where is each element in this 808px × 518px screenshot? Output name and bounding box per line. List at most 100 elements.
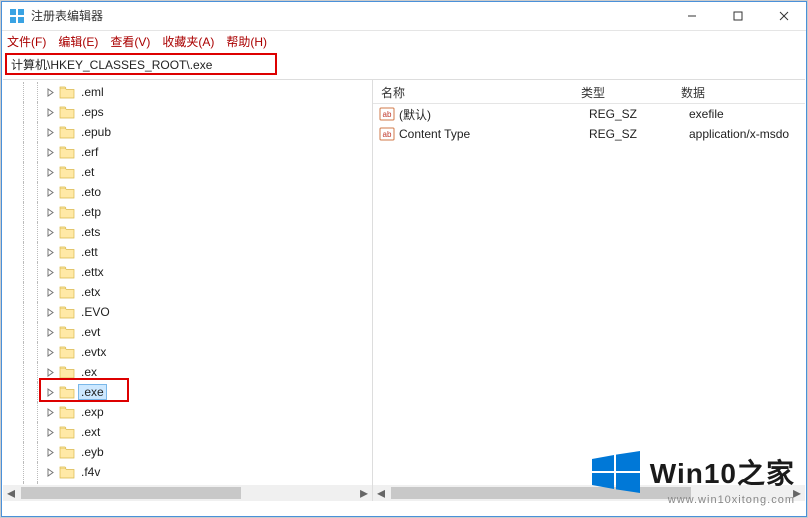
tree-horizontal-scrollbar[interactable]: ◂ ▸	[3, 485, 372, 501]
tree-item-f4v[interactable]: .f4v	[3, 462, 372, 482]
address-bar[interactable]: 计算机\HKEY_CLASSES_ROOT\.exe	[5, 53, 277, 75]
tree-item-label: .exp	[79, 405, 106, 419]
value-type: REG_SZ	[589, 127, 689, 141]
scroll-right-icon[interactable]: ▸	[789, 485, 805, 501]
scroll-left-icon[interactable]: ◂	[3, 485, 19, 501]
tree-item-eml[interactable]: .eml	[3, 82, 372, 102]
expand-icon[interactable]	[43, 348, 57, 357]
tree-item-label: .f4v	[79, 465, 102, 479]
window-title: 注册表编辑器	[31, 7, 103, 24]
tree-item-evtx[interactable]: .evtx	[3, 342, 372, 362]
app-icon	[9, 8, 25, 24]
scroll-thumb[interactable]	[21, 487, 241, 499]
tree-item-etx[interactable]: .etx	[3, 282, 372, 302]
expand-icon[interactable]	[43, 388, 57, 397]
svg-text:ab: ab	[383, 130, 392, 139]
tree-item-label: .ext	[79, 425, 102, 439]
expand-icon[interactable]	[43, 408, 57, 417]
tree-item-label: .eps	[79, 105, 106, 119]
expand-icon[interactable]	[43, 208, 57, 217]
values-pane: 名称 类型 数据 ab(默认)REG_SZexefileab Content Ty…	[373, 80, 805, 501]
scroll-left-icon[interactable]: ◂	[373, 485, 389, 501]
expand-icon[interactable]	[43, 328, 57, 337]
value-type: REG_SZ	[589, 107, 689, 121]
tree-item-label: .exe	[79, 385, 106, 399]
value-data: exefile	[689, 107, 805, 121]
header-name[interactable]: 名称	[373, 80, 573, 103]
tree-item-label: .et	[79, 165, 96, 179]
menu-favorites[interactable]: 收藏夹(A)	[162, 33, 214, 50]
tree-item-eto[interactable]: .eto	[3, 182, 372, 202]
header-data[interactable]: 数据	[673, 80, 805, 103]
value-data: application/x-msdo	[689, 127, 805, 141]
tree-item-ett[interactable]: .ett	[3, 242, 372, 262]
tree-item-erf[interactable]: .erf	[3, 142, 372, 162]
menu-file[interactable]: 文件(F)	[7, 33, 46, 50]
maximize-button[interactable]	[715, 1, 761, 31]
tree-item-label: .ettx	[79, 265, 106, 279]
expand-icon[interactable]	[43, 188, 57, 197]
minimize-button[interactable]	[669, 1, 715, 31]
tree-item-label: .etx	[79, 285, 102, 299]
scroll-track[interactable]	[19, 485, 356, 501]
tree-item-evt[interactable]: .evt	[3, 322, 372, 342]
tree-item-eps[interactable]: .eps	[3, 102, 372, 122]
tree-item-ext[interactable]: .ext	[3, 422, 372, 442]
tree-item-label: .EVO	[79, 305, 112, 319]
close-button[interactable]	[761, 1, 807, 31]
tree-item-et[interactable]: .et	[3, 162, 372, 182]
tree-item-EVO[interactable]: .EVO	[3, 302, 372, 322]
scroll-thumb[interactable]	[391, 487, 691, 499]
expand-icon[interactable]	[43, 108, 57, 117]
address-path: 计算机\HKEY_CLASSES_ROOT\.exe	[11, 56, 212, 73]
tree-pane: .eml .eps .epub .erf .et .eto .etp .ets .ett .ett…	[3, 80, 373, 501]
menu-view[interactable]: 查看(V)	[110, 33, 150, 50]
expand-icon[interactable]	[43, 288, 57, 297]
value-name: Content Type	[399, 127, 589, 141]
expand-icon[interactable]	[43, 248, 57, 257]
tree-item-label: .eyb	[79, 445, 106, 459]
tree-item-etp[interactable]: .etp	[3, 202, 372, 222]
expand-icon[interactable]	[43, 448, 57, 457]
expand-icon[interactable]	[43, 168, 57, 177]
tree-item-label: .ett	[79, 245, 100, 259]
titlebar: 注册表编辑器	[1, 1, 807, 31]
expand-icon[interactable]	[43, 468, 57, 477]
expand-icon[interactable]	[43, 228, 57, 237]
values-header: 名称 类型 数据	[373, 80, 805, 104]
expand-icon[interactable]	[43, 368, 57, 377]
values-list[interactable]: ab(默认)REG_SZexefileabContent TypeREG_SZa…	[373, 104, 805, 485]
value-row[interactable]: ab(默认)REG_SZexefile	[373, 104, 805, 124]
expand-icon[interactable]	[43, 148, 57, 157]
tree-item-eyb[interactable]: .eyb	[3, 442, 372, 462]
content-area: .eml .eps .epub .erf .et .eto .etp .ets .ett .ett…	[3, 79, 805, 501]
scroll-track[interactable]	[389, 485, 789, 501]
tree-item-label: .evtx	[79, 345, 108, 359]
tree-item-label: .etp	[79, 205, 103, 219]
header-type[interactable]: 类型	[573, 80, 673, 103]
tree-item-ex[interactable]: .ex	[3, 362, 372, 382]
tree-item-ets[interactable]: .ets	[3, 222, 372, 242]
tree-item-epub[interactable]: .epub	[3, 122, 372, 142]
menubar: 文件(F) 编辑(E) 查看(V) 收藏夹(A) 帮助(H)	[1, 31, 807, 51]
menu-edit[interactable]: 编辑(E)	[58, 33, 98, 50]
menu-help[interactable]: 帮助(H)	[226, 33, 267, 50]
tree-item-label: .ets	[79, 225, 102, 239]
tree-item-exp[interactable]: .exp	[3, 402, 372, 422]
tree-item-label: .eto	[79, 185, 103, 199]
tree-item-label: .evt	[79, 325, 102, 339]
tree-item-label: .erf	[79, 145, 100, 159]
expand-icon[interactable]	[43, 88, 57, 97]
registry-tree[interactable]: .eml .eps .epub .erf .et .eto .etp .ets .ett .ett…	[3, 80, 372, 485]
expand-icon[interactable]	[43, 128, 57, 137]
value-row[interactable]: ab Content TypeREG_SZapplication/x-msdo	[373, 124, 805, 144]
tree-item-exe[interactable]: .exe	[3, 382, 372, 402]
expand-icon[interactable]	[43, 268, 57, 277]
tree-item-label: .eml	[79, 85, 106, 99]
expand-icon[interactable]	[43, 428, 57, 437]
value-name: (默认)	[399, 106, 589, 123]
tree-item-ettx[interactable]: .ettx	[3, 262, 372, 282]
expand-icon[interactable]	[43, 308, 57, 317]
values-horizontal-scrollbar[interactable]: ◂ ▸	[373, 485, 805, 501]
scroll-right-icon[interactable]: ▸	[356, 485, 372, 501]
